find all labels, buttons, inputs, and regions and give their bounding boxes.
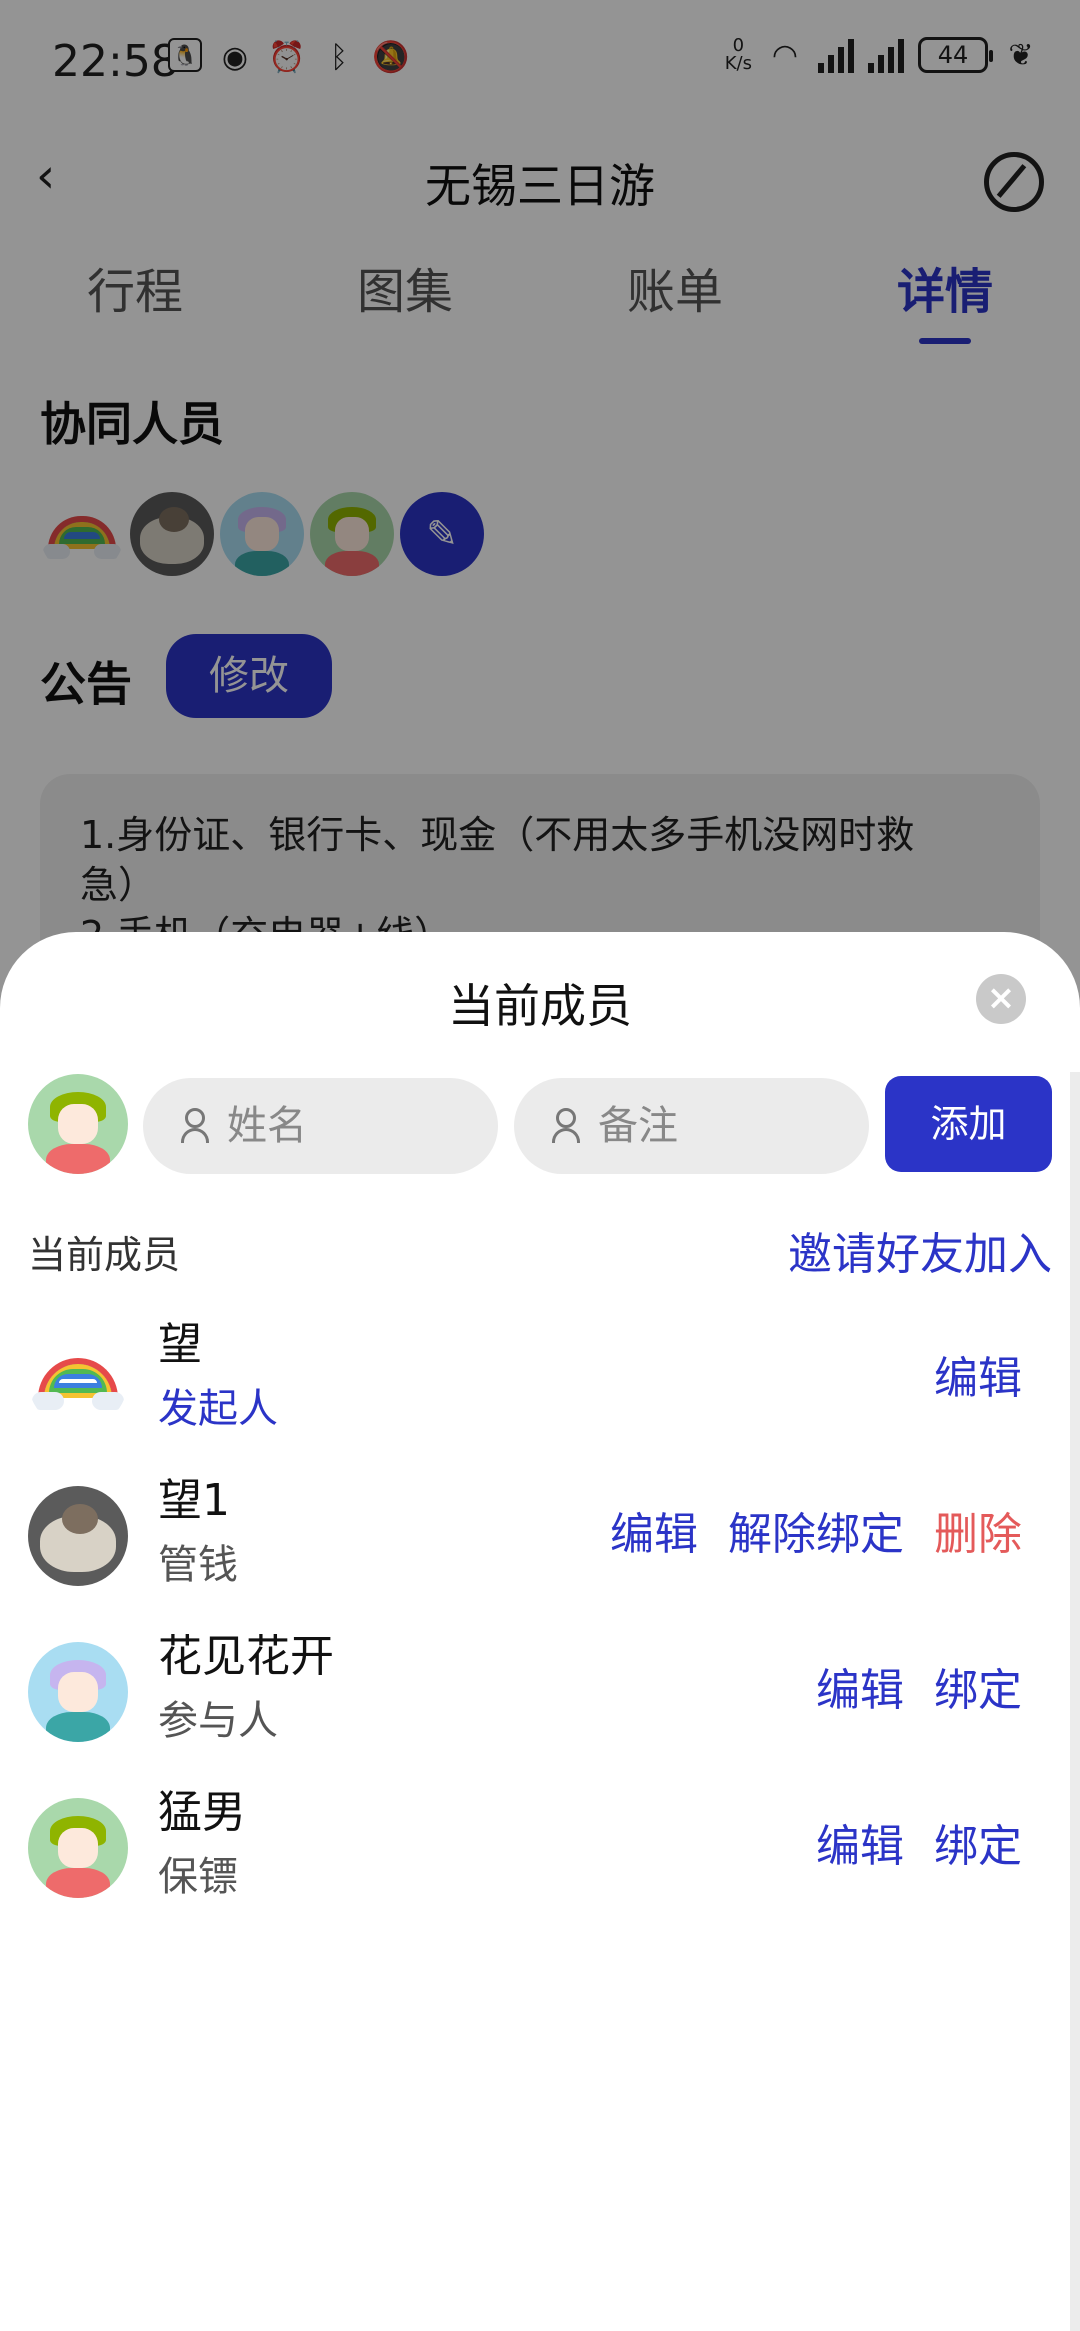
list-header: 当前成员 — [28, 1233, 181, 1277]
bind-button[interactable]: 绑定 — [934, 1654, 1022, 1718]
avatar — [28, 1798, 128, 1898]
scrollbar[interactable] — [1070, 1072, 1080, 2331]
list-item: 花见花开 参与人 编辑 绑定 — [0, 1620, 1070, 1770]
avatar — [28, 1330, 128, 1430]
edit-button[interactable]: 编辑 — [816, 1810, 904, 1874]
member-name: 望 — [158, 1319, 202, 1370]
list-item: 猛男 保镖 编辑 绑定 — [0, 1776, 1070, 1926]
member-role: 保镖 — [158, 1854, 238, 1900]
avatar — [28, 1486, 128, 1586]
person-icon — [552, 1108, 580, 1144]
add-member-row: 添加 — [28, 1074, 1052, 1174]
list-item: 望1 管钱 编辑 解除绑定 删除 — [0, 1464, 1070, 1614]
member-name: 猛男 — [158, 1787, 246, 1838]
close-icon[interactable]: × — [976, 974, 1026, 1024]
edit-button[interactable]: 编辑 — [934, 1342, 1022, 1406]
avatar — [28, 1642, 128, 1742]
list-item: 望 发起人 编辑 — [0, 1308, 1070, 1458]
invite-friends-link[interactable]: 邀请好友加入 — [788, 1218, 1052, 1282]
member-role: 管钱 — [158, 1542, 238, 1588]
name-field[interactable] — [143, 1078, 498, 1174]
member-name: 花见花开 — [158, 1631, 334, 1682]
bind-button[interactable]: 绑定 — [934, 1810, 1022, 1874]
edit-button[interactable]: 编辑 — [816, 1654, 904, 1718]
member-role: 发起人 — [158, 1386, 278, 1432]
sheet-title: 当前成员 — [448, 979, 632, 1033]
add-button[interactable]: 添加 — [885, 1076, 1052, 1172]
note-input[interactable] — [598, 1078, 848, 1174]
unbind-button[interactable]: 解除绑定 — [728, 1498, 904, 1562]
person-icon — [181, 1108, 209, 1144]
member-name: 望1 — [158, 1475, 230, 1526]
edit-button[interactable]: 编辑 — [610, 1498, 698, 1562]
avatar-picker[interactable] — [28, 1074, 128, 1174]
members-sheet: 当前成员 × 添加 当前成员 邀请好友加入 望 发起人 编辑 望1 — [0, 932, 1080, 2331]
delete-button[interactable]: 删除 — [934, 1498, 1022, 1562]
note-field[interactable] — [514, 1078, 869, 1174]
member-role: 参与人 — [158, 1698, 278, 1744]
name-input[interactable] — [227, 1078, 477, 1174]
